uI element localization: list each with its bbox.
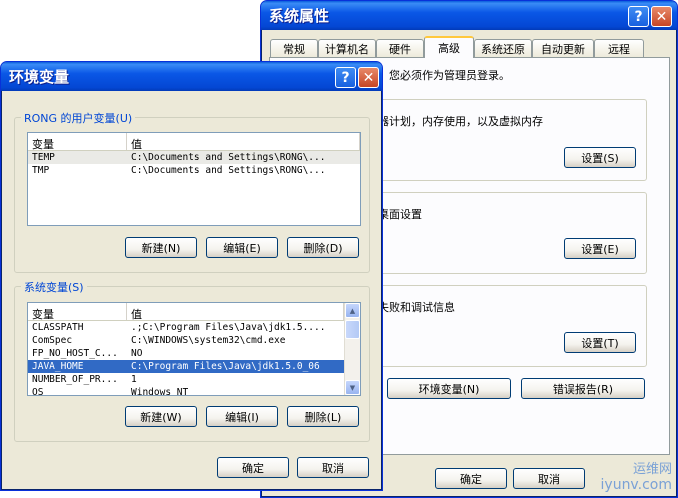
environment-ok-button[interactable]: 确定 [217,457,289,478]
scroll-down-icon[interactable]: ▼ [345,380,360,395]
user-variables-group-title: RONG 的用户变量(U) [21,110,136,126]
dialog-close-icon[interactable]: ✕ [358,67,379,88]
user-var-value: C:\Documents and Settings\RONG\... [131,152,326,163]
user-variables-header: 变量 值 [28,133,360,151]
error-reporting-button[interactable]: 错误报告(R) [521,378,645,399]
table-row[interactable]: FP_NO_HOST_C... NO [28,347,360,360]
user-var-value: C:\Documents and Settings\RONG\... [131,165,326,176]
sys-var-name: FP_NO_HOST_C... [32,348,118,359]
table-row[interactable]: NUMBER_OF_PR... 1 [28,373,360,386]
sys-var-name: JAVA_HOME [32,361,84,372]
sys-var-value: C:\Program Files\Java\jdk1.5.0_06 [131,361,320,372]
watermark-line2: iyunv.com [600,477,672,493]
table-row[interactable]: CLASSPATH .;C:\Program Files\Java\jdk1.5… [28,321,360,334]
watermark-line1: 运维网 [632,462,672,477]
close-icon[interactable]: ✕ [651,6,672,27]
system-properties-cancel-button[interactable]: 取消 [513,468,585,489]
user-new-button[interactable]: 新建(N) [125,237,197,258]
scroll-up-icon[interactable]: ▲ [345,303,360,318]
sys-var-name: ComSpec [32,335,73,346]
environment-variables-title: 环境变量 [9,68,70,86]
system-properties-titlebar[interactable]: 系统属性 [261,1,677,30]
user-delete-button[interactable]: 删除(D) [287,237,359,258]
tab-remote[interactable]: 远程 [594,39,644,58]
table-row[interactable]: TEMP C:\Documents and Settings\RONG\... [28,151,360,164]
performance-text: 器计划，内存使用，以及虚拟内存 [378,115,543,128]
sys-var-name: CLASSPATH [32,322,84,333]
scroll-thumb[interactable] [345,320,360,339]
sys-col-value[interactable]: 值 [127,303,344,321]
user-edit-button[interactable]: 编辑(E) [206,237,278,258]
system-new-button[interactable]: 新建(W) [125,406,197,427]
system-edit-button[interactable]: 编辑(I) [206,406,278,427]
dialog-help-icon[interactable]: ? [335,67,356,88]
user-var-name: TEMP [32,152,55,163]
table-row[interactable]: JAVA_HOME C:\Program Files\Java\jdk1.5.0… [28,360,360,373]
tab-hardware[interactable]: 硬件 [376,39,424,58]
environment-variables-titlebar[interactable]: 环境变量 [1,62,382,91]
user-var-name: TMP [32,165,50,176]
table-row[interactable]: ComSpec C:\WINDOWS\system32\cmd.exe [28,334,360,347]
user-col-value[interactable]: 值 [127,133,360,151]
system-variables-header: 变量 值 [28,303,360,321]
performance-settings-button[interactable]: 设置(S) [564,147,636,168]
environment-cancel-button[interactable]: 取消 [297,457,369,478]
environment-variables-dialog: 环境变量 ? ✕ RONG 的用户变量(U) 变量 值 TEMP C:\Docu… [0,61,383,491]
sys-var-name: OS [32,387,44,396]
system-properties-ok-button[interactable]: 确定 [435,468,507,489]
system-properties-title: 系统属性 [269,7,330,25]
table-row[interactable]: TMP C:\Documents and Settings\RONG\... [28,164,360,177]
startup-recovery-settings-button[interactable]: 设置(T) [564,332,636,353]
tab-system-restore[interactable]: 系统还原 [474,39,532,58]
tab-general[interactable]: 常规 [270,39,318,58]
user-profiles-text: 桌面设置 [378,208,422,221]
user-profiles-settings-button[interactable]: 设置(E) [564,238,636,259]
system-delete-button[interactable]: 删除(L) [287,406,359,427]
system-variables-list[interactable]: 变量 值 CLASSPATH .;C:\Program Files\Java\j… [27,302,361,396]
system-variables-scrollbar[interactable]: ▲ ▼ [344,303,360,395]
watermark: 运维网 iyunv.com [582,458,672,494]
user-col-variable[interactable]: 变量 [28,133,127,151]
sys-var-value: .;C:\Program Files\Java\jdk1.5.... [131,322,326,333]
environment-variables-button[interactable]: 环境变量(N) [387,378,511,399]
help-icon[interactable]: ? [628,6,649,27]
startup-recovery-text: 失败和调试信息 [378,301,455,314]
sys-var-value: NO [131,348,143,359]
user-variables-list[interactable]: 变量 值 TEMP C:\Documents and Settings\RONG… [27,132,361,226]
admin-note: ，您必须作为管理员登录。 [378,69,510,82]
sys-var-value: 1 [131,374,137,385]
system-variables-group-title: 系统变量(S) [21,279,87,295]
tab-automatic-updates[interactable]: 自动更新 [532,39,594,58]
sys-col-variable[interactable]: 变量 [28,303,127,321]
tab-advanced[interactable]: 高级 [424,36,474,58]
sys-var-name: NUMBER_OF_PR... [32,374,118,385]
tab-computer-name[interactable]: 计算机名 [318,39,376,58]
sys-var-value: Windows_NT [131,387,189,396]
table-row[interactable]: OS Windows_NT [28,386,360,396]
sys-var-value: C:\WINDOWS\system32\cmd.exe [131,335,286,346]
